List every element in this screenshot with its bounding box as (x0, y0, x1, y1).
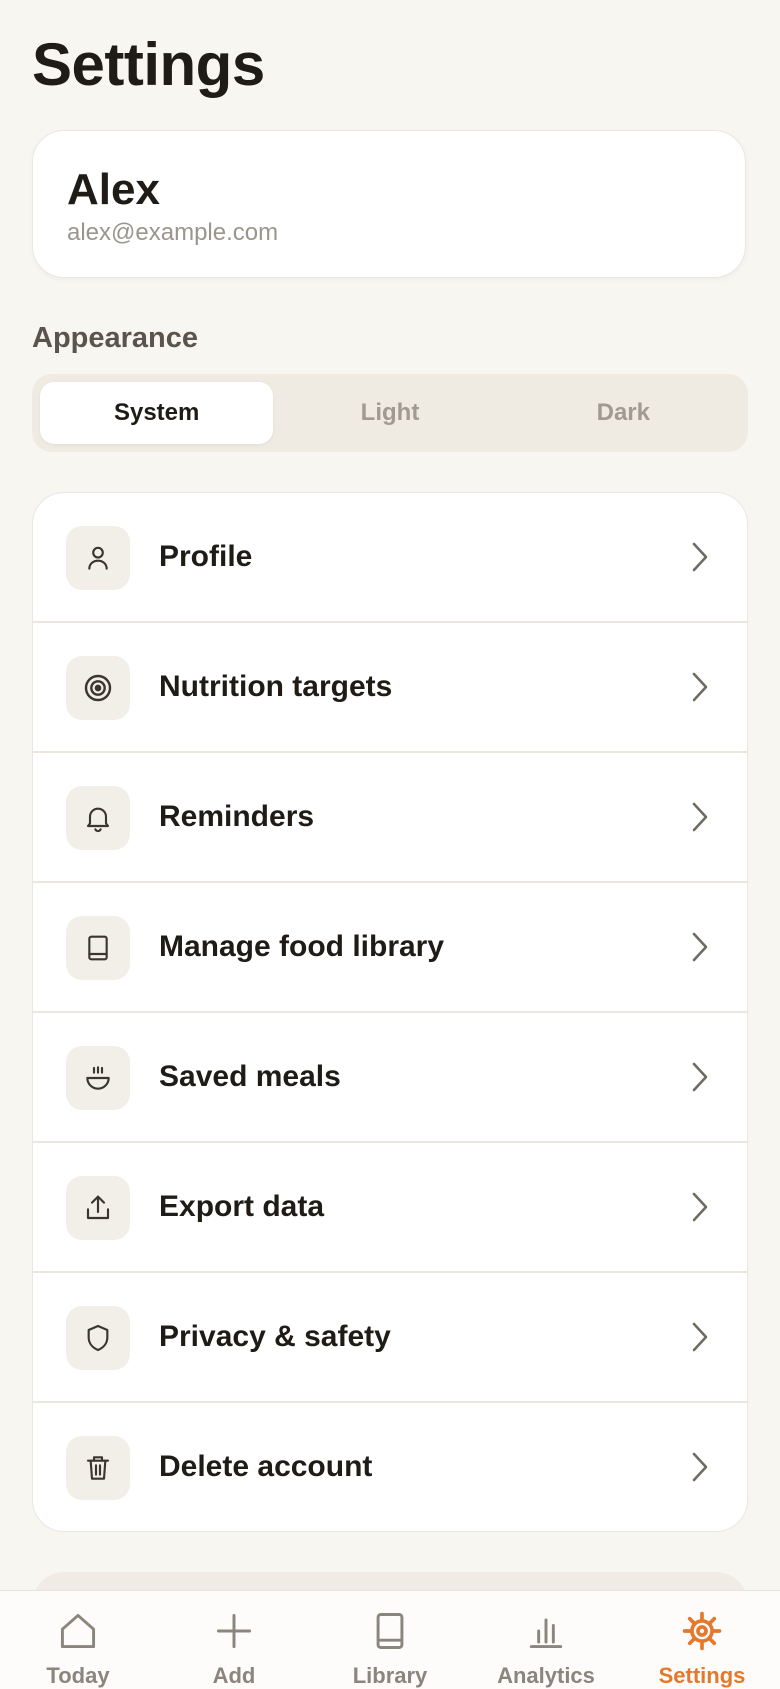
chevron-right-icon (692, 1062, 708, 1092)
chevron-right-icon (692, 1192, 708, 1222)
bar-chart-icon (529, 1618, 563, 1649)
menu-item-privacy-safety[interactable]: Privacy & safety (33, 1273, 747, 1403)
menu-item-label: Nutrition targets (159, 670, 393, 703)
person-icon (66, 526, 130, 590)
profile-name: Alex (67, 165, 160, 214)
book-icon (376, 1613, 404, 1649)
tab-label: Library (352, 1663, 428, 1688)
page-title: Settings (32, 31, 265, 98)
menu-item-profile[interactable]: Profile (33, 493, 747, 623)
menu-item-label: Saved meals (159, 1060, 341, 1093)
menu-item-label: Reminders (159, 800, 315, 833)
menu-item-label: Manage food library (159, 930, 445, 963)
export-icon (66, 1176, 130, 1240)
appearance-label: Appearance (32, 322, 199, 354)
book-icon (66, 916, 130, 980)
tab-label: Analytics (497, 1663, 595, 1688)
menu-item-label: Export data (159, 1190, 325, 1223)
menu-item-reminders[interactable]: Reminders (33, 753, 747, 883)
chevron-right-icon (692, 542, 708, 572)
gear-icon (682, 1611, 722, 1651)
tab-label: Settings (658, 1663, 746, 1688)
target-icon (66, 656, 130, 720)
tab-today[interactable]: Today (0, 1591, 156, 1689)
tab-label: Today (46, 1663, 110, 1688)
appearance-segmented-control: System Light Dark (32, 374, 748, 452)
appearance-option-dark[interactable]: Dark (507, 382, 740, 444)
menu-item-manage-food-library[interactable]: Manage food library (33, 883, 747, 1013)
menu-item-label: Delete account (159, 1450, 373, 1483)
tab-settings[interactable]: Settings (624, 1591, 780, 1689)
menu-item-nutrition-targets[interactable]: Nutrition targets (33, 623, 747, 753)
tab-label: Add (212, 1663, 256, 1688)
shield-icon (66, 1306, 130, 1370)
bottom-tab-bar: Today Add Library Analytics Settings (0, 1590, 780, 1689)
profile-email: alex@example.com (67, 219, 279, 246)
menu-item-delete-account[interactable]: Delete account (33, 1403, 747, 1531)
tab-add[interactable]: Add (156, 1591, 312, 1689)
bowl-icon (66, 1046, 130, 1110)
plus-icon (216, 1613, 252, 1649)
chevron-right-icon (692, 802, 708, 832)
chevron-right-icon (692, 672, 708, 702)
chevron-right-icon (692, 932, 708, 962)
tab-analytics[interactable]: Analytics (468, 1591, 624, 1689)
appearance-option-light[interactable]: Light (273, 382, 506, 444)
menu-item-export-data[interactable]: Export data (33, 1143, 747, 1273)
menu-item-label: Profile (159, 540, 253, 573)
tab-library[interactable]: Library (312, 1591, 468, 1689)
home-icon (60, 1613, 96, 1649)
menu-item-label: Privacy & safety (159, 1320, 391, 1353)
trash-icon (66, 1436, 130, 1500)
menu-item-saved-meals[interactable]: Saved meals (33, 1013, 747, 1143)
bell-icon (66, 786, 130, 850)
settings-menu: Profile Nutrition targets Reminders Mana… (32, 492, 748, 1532)
chevron-right-icon (692, 1322, 708, 1352)
chevron-right-icon (692, 1452, 708, 1482)
profile-card[interactable]: Alex alex@example.com (32, 130, 746, 278)
appearance-option-system[interactable]: System (40, 382, 274, 444)
